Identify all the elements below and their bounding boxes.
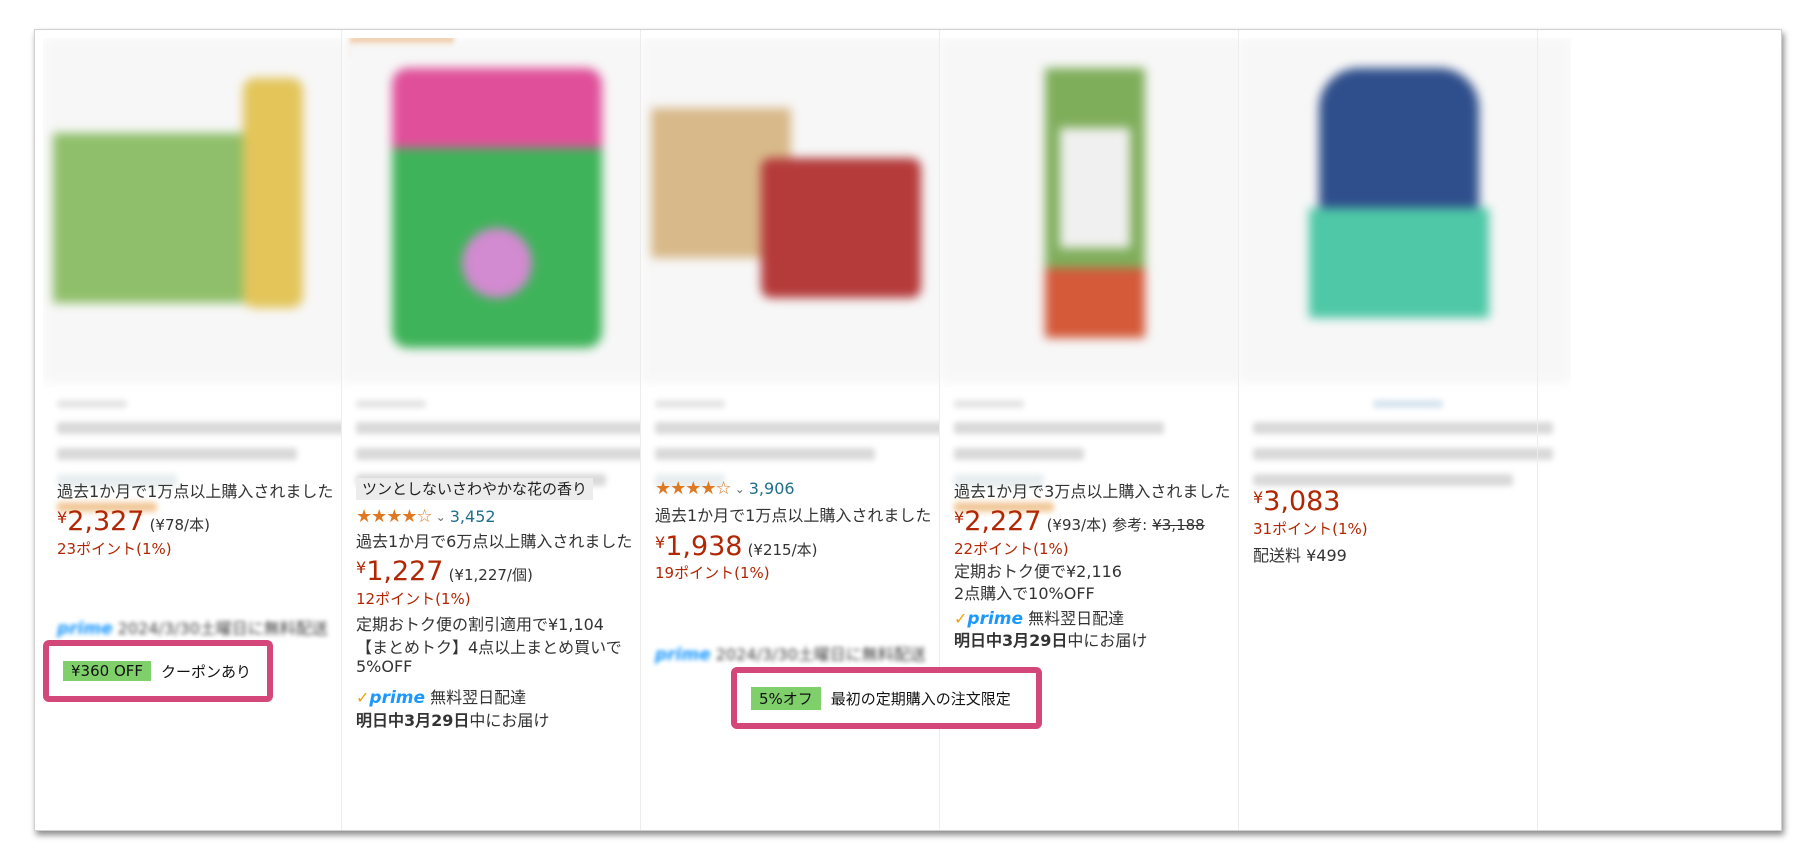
unit-price: (¥78/本): [149, 516, 210, 534]
price-row: ¥2,227 (¥93/本) 参考: ¥3,188: [954, 508, 1205, 535]
product-image[interactable]: [1239, 38, 1571, 383]
points: 19ポイント(1%): [655, 564, 770, 582]
offer-label: 最初の定期購入の注文限定: [830, 689, 1011, 708]
price: ¥1,938: [655, 531, 743, 562]
chevron-down-icon[interactable]: ⌄: [436, 510, 446, 524]
subscribe-discount: 定期おトク便の割引適用で¥1,104: [356, 615, 604, 634]
price: ¥3,083: [1253, 486, 1341, 517]
unit-price: (¥215/本): [747, 541, 818, 559]
product-image[interactable]: [342, 38, 674, 383]
coupon-label[interactable]: クーポンあり: [161, 661, 251, 682]
prime-logo: prime: [967, 609, 1024, 629]
bulk-discount: 【まとめトク】4点以上まとめ買いで: [356, 638, 622, 657]
points: 31ポイント(1%): [1253, 520, 1368, 538]
bought-count: 過去1か月で1万点以上購入されました: [57, 482, 334, 501]
price-row: ¥2,327 (¥78/本): [57, 508, 210, 535]
product-image[interactable]: [43, 38, 375, 383]
bought-count: 過去1か月で6万点以上購入されました: [356, 532, 633, 551]
prime-check-icon: ✓: [356, 688, 370, 707]
prime-delivery: ✓prime 無料翌日配達: [356, 688, 527, 708]
price-row: ¥1,938 (¥215/本): [655, 533, 818, 560]
rating[interactable]: ★★★★☆ ⌄ 3,452: [356, 506, 496, 527]
points: 12ポイント(1%): [356, 590, 471, 608]
bought-count: 過去1か月で1万点以上購入されました: [655, 506, 932, 525]
reference-price: ¥3,188: [1152, 516, 1205, 534]
price: ¥2,227: [954, 506, 1042, 537]
bought-count: 過去1か月で3万点以上購入されました: [954, 482, 1231, 501]
price-row: ¥3,083: [1253, 488, 1340, 515]
reference-label: 参考:: [1112, 516, 1148, 534]
unit-price: (¥93/本): [1046, 516, 1107, 534]
product-image[interactable]: [641, 38, 973, 383]
unit-price: (¥1,227/個): [448, 566, 533, 584]
rating-count[interactable]: 3,906: [749, 479, 795, 498]
chevron-down-icon[interactable]: ⌄: [735, 482, 745, 496]
price-row: ¥1,227 (¥1,227/個): [356, 558, 533, 585]
coupon-badge[interactable]: ¥360 OFF: [63, 661, 152, 681]
product-image[interactable]: [940, 38, 1272, 383]
delivery-text: prime 2024/3/30土曜日に無料配送: [57, 619, 328, 639]
prime-check-icon: ✓: [954, 609, 968, 628]
rating-count[interactable]: 3,452: [450, 507, 496, 526]
star-rating-icon: ★★★★☆: [356, 506, 433, 527]
shipping-fee: 配送料 ¥499: [1253, 546, 1347, 565]
product-card[interactable]: ツンとしないさわやかな花の香り ★★★★☆ ⌄ 3,452 過去1か月で6万点以…: [342, 38, 674, 820]
price: ¥1,227: [356, 556, 444, 587]
prime-logo: prime: [369, 688, 426, 708]
bulk-discount-rate: 5%OFF: [356, 657, 413, 676]
delivery-date: 明日中3月29日中にお届け: [356, 711, 550, 730]
subscription-offer-highlight[interactable]: 5%オフ 最初の定期購入の注文限定: [731, 667, 1042, 729]
bulk-discount: 2点購入で10%OFF: [954, 584, 1095, 603]
rating[interactable]: ★★★★☆ ⌄ 3,906: [655, 478, 795, 499]
delivery-date: 明日中3月29日中にお届け: [954, 631, 1148, 650]
price: ¥2,327: [57, 506, 145, 537]
offer-badge: 5%オフ: [751, 686, 821, 710]
delivery-text: prime 2024/3/30土曜日に無料配送: [655, 645, 926, 665]
product-card[interactable]: 過去1か月で1万点以上購入されました ¥2,327 (¥78/本) 23ポイント…: [43, 38, 375, 820]
points: 22ポイント(1%): [954, 540, 1069, 558]
prime-delivery: ✓prime 無料翌日配達: [954, 609, 1125, 629]
subscribe-discount: 定期おトク便で¥2,116: [954, 562, 1122, 581]
points: 23ポイント(1%): [57, 540, 172, 558]
star-rating-icon: ★★★★☆: [655, 478, 732, 499]
coupon-highlight[interactable]: ¥360 OFF クーポンあり: [43, 640, 273, 702]
feature-tag: ツンとしないさわやかな花の香り: [356, 478, 594, 500]
product-card[interactable]: ¥3,083 31ポイント(1%) 配送料 ¥499: [1239, 38, 1571, 820]
